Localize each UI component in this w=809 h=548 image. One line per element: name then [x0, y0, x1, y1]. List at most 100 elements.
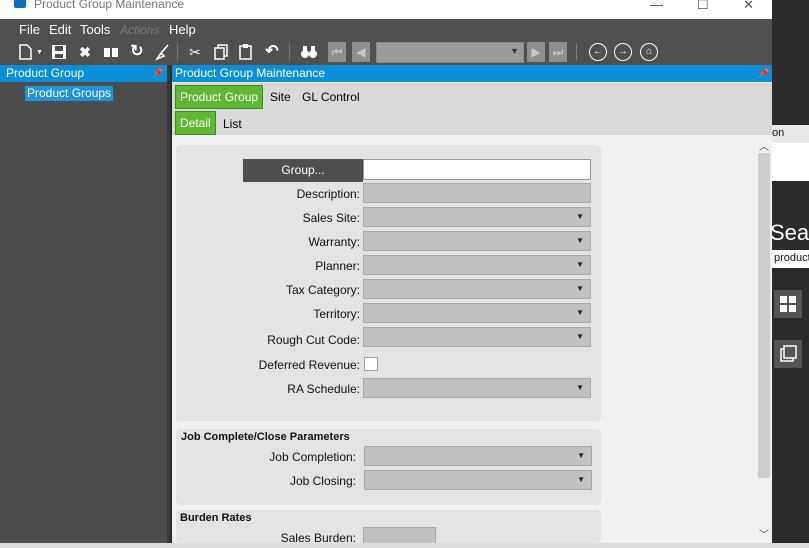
job-completion-label: Job Completion: [269, 450, 356, 464]
minimize-button[interactable]: — [650, 0, 663, 12]
tab-product-group[interactable]: Product Group [175, 85, 264, 109]
menu-tools[interactable]: Tools [80, 22, 110, 37]
job-completion-select[interactable]: ▼ [364, 446, 592, 466]
window-title: Product Group Maintenance [34, 0, 185, 11]
chevron-down-icon: ▼ [577, 475, 585, 484]
chevron-down-icon: ▼ [576, 284, 584, 293]
open-book-icon[interactable] [102, 43, 120, 61]
chevron-down-icon: ▼ [577, 451, 585, 460]
planner-label: Planner: [315, 259, 360, 273]
chevron-down-icon: ▼ [576, 212, 584, 221]
toolbar-separator [289, 43, 290, 61]
description-label: Description: [296, 187, 360, 201]
tab-gl-control[interactable]: GL Control [298, 86, 364, 108]
home-icon[interactable]: ⌂ [640, 43, 658, 61]
background-search-input[interactable]: product [772, 250, 809, 268]
bottom-edge [0, 543, 809, 548]
planner-select[interactable]: ▼ [363, 255, 591, 275]
next-record-icon[interactable]: ▶ [527, 42, 545, 62]
tree-item-product-groups[interactable]: Product Groups [25, 86, 114, 101]
burden-section-title: Burden Rates [180, 512, 252, 524]
main-panel-header: Product Group Maintenance 📌 [172, 65, 772, 82]
chevron-down-icon: ▼ [576, 332, 584, 341]
main-tab-bar: Product Group Site GL Control [172, 83, 772, 109]
save-icon[interactable] [50, 43, 68, 61]
undo-icon[interactable]: ↶ [263, 43, 281, 61]
chevron-down-icon: ▼ [510, 46, 519, 56]
tab-site[interactable]: Site [266, 86, 295, 108]
tab-detail[interactable]: Detail [175, 111, 216, 135]
record-navigation-combo[interactable]: ▼ [376, 42, 524, 63]
sub-tab-bar: Detail List [172, 109, 772, 135]
group-input[interactable] [363, 159, 591, 180]
scroll-up-icon[interactable]: ︿ [759, 138, 769, 153]
sales-burden-field[interactable] [363, 527, 436, 544]
sales-site-label: Sales Site: [302, 211, 360, 225]
copy-icon[interactable] [212, 43, 230, 61]
chevron-down-icon: ▼ [576, 236, 584, 245]
menu-edit[interactable]: Edit [49, 22, 71, 37]
paste-icon[interactable] [237, 43, 255, 61]
pin-icon[interactable]: 📌 [758, 65, 769, 82]
territory-select[interactable]: ▼ [363, 303, 591, 323]
deferred-revenue-checkbox[interactable] [364, 357, 378, 371]
ra-schedule-select[interactable]: ▼ [363, 378, 591, 398]
scrollbar-thumb[interactable] [758, 153, 770, 478]
territory-label: Territory: [313, 307, 360, 321]
binoculars-icon[interactable] [300, 43, 318, 61]
background-tab-label: on [772, 127, 785, 139]
back-icon[interactable]: ← [589, 43, 607, 61]
grid-icon[interactable] [774, 290, 802, 318]
left-panel-title: Product Group [6, 66, 85, 80]
last-record-icon[interactable]: ⏭ [549, 42, 567, 62]
ra-schedule-label: RA Schedule: [287, 382, 360, 396]
toolbar-separator [177, 43, 178, 61]
background-tab: on [772, 125, 809, 143]
pin-icon[interactable]: 📌 [152, 65, 163, 82]
warranty-select[interactable]: ▼ [363, 231, 591, 251]
chevron-down-icon: ▼ [576, 383, 584, 392]
background-window: on Sear product [770, 0, 809, 548]
job-section-title: Job Complete/Close Parameters [181, 431, 350, 443]
tab-list[interactable]: List [219, 113, 246, 135]
menu-file[interactable]: File [19, 22, 40, 37]
menu-help[interactable]: Help [169, 22, 196, 37]
documents-icon[interactable] [774, 340, 802, 368]
chevron-down-icon: ▼ [576, 260, 584, 269]
menu-actions[interactable]: Actions [120, 23, 159, 37]
app-icon [14, 0, 26, 8]
rough-cut-code-label: Rough Cut Code: [267, 333, 360, 347]
delete-icon[interactable]: ✖ [76, 43, 94, 61]
background-search-label: Sear [770, 220, 809, 245]
main-panel-title: Product Group Maintenance [175, 66, 326, 80]
job-closing-select[interactable]: ▼ [364, 470, 592, 490]
panel-splitter[interactable] [167, 65, 170, 548]
cut-icon[interactable]: ✂ [186, 43, 204, 61]
left-tree-panel: Product Group 📌 [0, 65, 168, 548]
chevron-down-icon: ▼ [576, 308, 584, 317]
sales-site-select[interactable]: ▼ [363, 207, 591, 227]
tax-category-select[interactable]: ▼ [363, 279, 591, 299]
deferred-revenue-label: Deferred Revenue: [258, 358, 360, 372]
close-button[interactable]: ✕ [743, 0, 754, 13]
toolbar-separator [576, 43, 577, 61]
warranty-label: Warranty: [308, 235, 360, 249]
new-dropdown-icon[interactable]: ▼ [36, 49, 43, 56]
maximize-button[interactable]: ☐ [697, 0, 709, 13]
tax-category-label: Tax Category: [285, 283, 360, 297]
rough-cut-code-select[interactable]: ▼ [363, 327, 591, 347]
refresh-icon[interactable]: ↻ [128, 43, 146, 61]
forward-icon[interactable]: → [614, 43, 632, 61]
group-button[interactable]: Group... [243, 159, 363, 182]
background-search-value: product [774, 252, 809, 264]
clear-icon[interactable] [154, 43, 172, 61]
new-icon[interactable] [16, 43, 34, 61]
description-field[interactable] [363, 183, 591, 203]
scroll-down-icon[interactable]: ﹀ [759, 526, 769, 541]
left-panel-header: Product Group 📌 [0, 65, 168, 82]
title-bar: Product Group Maintenance — ☐ ✕ [0, 0, 772, 19]
first-record-icon[interactable]: ⏮ [328, 42, 346, 62]
previous-record-icon[interactable]: ◀ [352, 42, 370, 62]
menu-bar: File Edit Tools Actions Help [0, 19, 772, 39]
job-closing-label: Job Closing: [289, 474, 356, 488]
